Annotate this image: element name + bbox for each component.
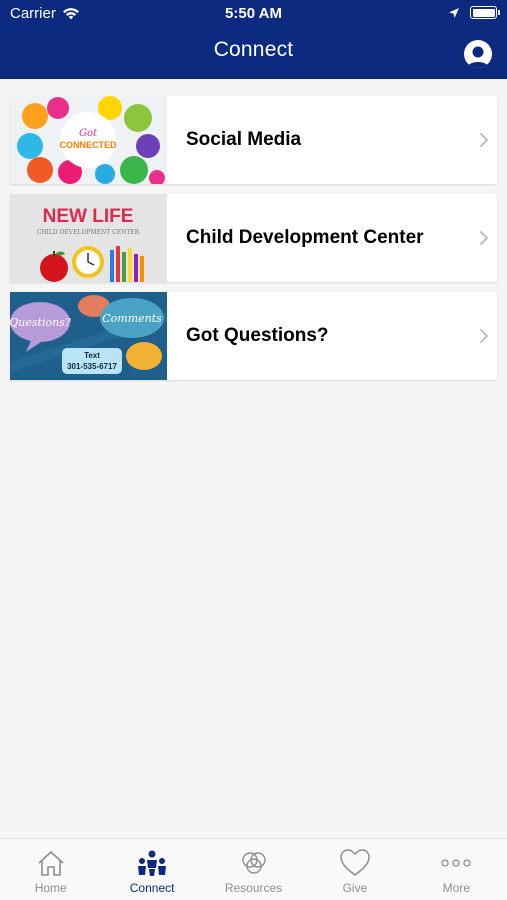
tab-label: More (442, 881, 470, 895)
tab-bar: Home Connect Resources Give More (0, 838, 507, 900)
tab-label: Home (34, 881, 67, 895)
status-bar: Carrier 5:50 AM (0, 0, 507, 28)
thumb-text-phone: 301-535-6717 (67, 362, 117, 371)
tab-give[interactable]: Give (304, 839, 405, 900)
profile-button[interactable] (464, 40, 492, 68)
more-icon (441, 859, 471, 867)
tab-more[interactable]: More (406, 839, 507, 900)
got-questions-thumbnail: Questions? Comments Text 301-535-6717 (10, 292, 167, 380)
thumb-text-text: Text (84, 351, 100, 360)
social-media-thumbnail: Got CONNECTED (10, 96, 167, 184)
list-item-label: Social Media (186, 129, 302, 150)
tab-resources[interactable]: Resources (203, 839, 304, 900)
thumb-text-new-life: NEW LIFE (43, 206, 134, 227)
people-icon (138, 850, 167, 876)
list-item-child-development-center[interactable]: NEW LIFE CHILD DEVELOPMENT CENTER Child … (10, 194, 497, 282)
home-icon (38, 851, 64, 876)
tab-label: Connect (129, 881, 175, 895)
chevron-right-icon (471, 328, 497, 344)
navigation-header: Carrier 5:50 AM Connect (0, 0, 507, 79)
connect-list: Got CONNECTED Social Media NEW LIFE CHIL… (10, 96, 497, 390)
user-icon (467, 46, 489, 68)
thumb-text-connected: CONNECTED (59, 140, 117, 150)
tab-connect[interactable]: Connect (101, 839, 202, 900)
tab-label: Resources (224, 881, 283, 895)
thumb-text-comments: Comments (102, 312, 162, 325)
battery-icon (470, 6, 500, 19)
list-item-got-questions[interactable]: Questions? Comments Text 301-535-6717 Go… (10, 292, 497, 380)
chevron-right-icon (471, 230, 497, 246)
chevron-right-icon (471, 132, 497, 148)
circles-icon (241, 852, 266, 874)
page-title: Connect (213, 38, 294, 61)
list-item-label: Child Development Center (186, 227, 424, 248)
tab-label: Give (342, 881, 368, 895)
list-item-label: Got Questions? (186, 325, 329, 346)
heart-icon (340, 849, 370, 876)
child-development-thumbnail: NEW LIFE CHILD DEVELOPMENT CENTER (10, 194, 167, 282)
status-time: 5:50 AM (225, 5, 282, 22)
thumb-text-got: Got (79, 128, 98, 139)
thumb-text-questions: Questions? (10, 316, 71, 329)
tab-home[interactable]: Home (0, 839, 101, 900)
location-arrow-icon (449, 7, 459, 18)
list-item-social-media[interactable]: Got CONNECTED Social Media (10, 96, 497, 184)
thumb-text-cdc: CHILD DEVELOPMENT CENTER (37, 229, 140, 236)
